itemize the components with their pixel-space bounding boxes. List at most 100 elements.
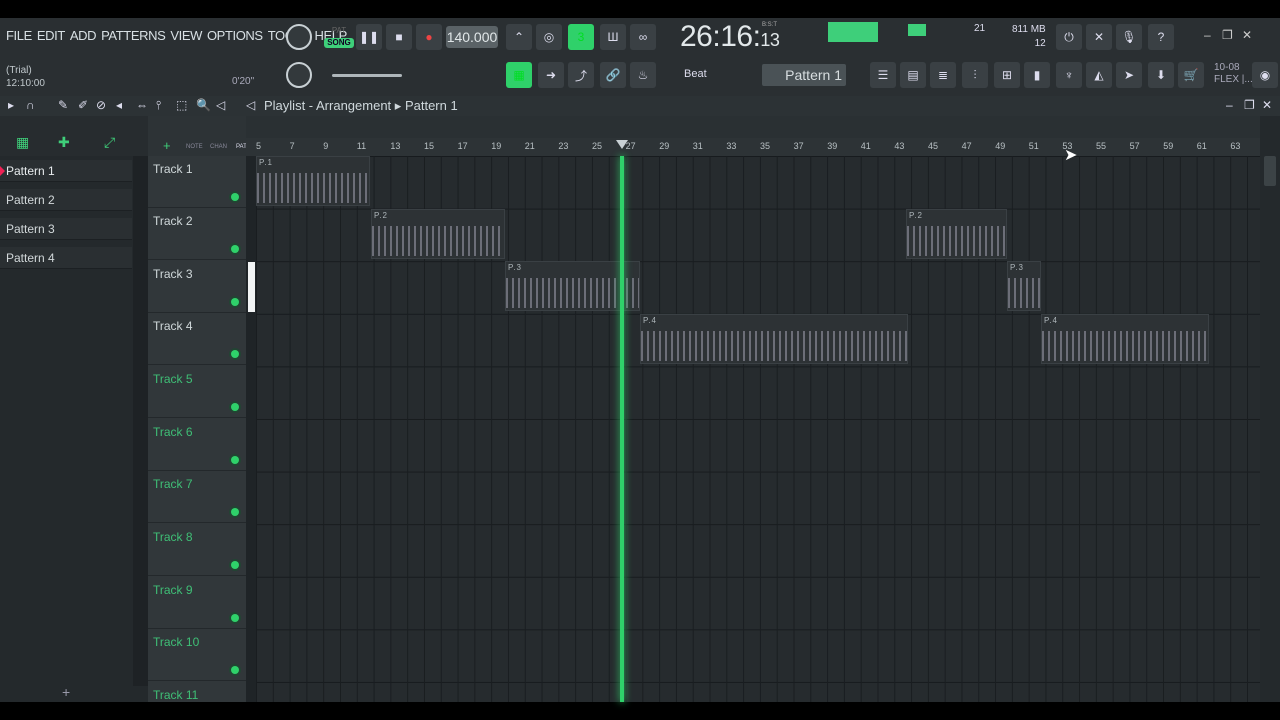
audio-clips-icon[interactable]: ✚ (58, 134, 70, 151)
menu-file[interactable]: FILE (6, 28, 32, 43)
clip-pattern-2[interactable]: P.2 (906, 209, 1007, 259)
link-button[interactable]: 🔗 (600, 62, 626, 88)
tempo-display[interactable]: 140.000 (446, 26, 498, 48)
master-volume-slider[interactable] (332, 74, 402, 77)
track-8-mute-dot[interactable] (231, 561, 239, 569)
track-9-mute-dot[interactable] (231, 614, 239, 622)
mic-button[interactable]: 🎙 (1116, 24, 1142, 50)
vertical-scrollbar[interactable] (1260, 116, 1280, 702)
stamp-button[interactable]: ♨ (630, 62, 656, 88)
wait-input-button[interactable]: ◎ (536, 24, 562, 50)
track-4-mute-dot[interactable] (231, 350, 239, 358)
menu-edit[interactable]: EDIT (37, 28, 65, 43)
playlist-maximize-icon[interactable]: ❐ (1244, 98, 1255, 112)
arrangement-area[interactable]: 5 7 9 11 13 15 17 19 21 23 25 27 29 31 33 35 37 39 41 43 45 4… (246, 116, 1260, 702)
pattern-selector[interactable]: Pattern 1 (762, 64, 846, 86)
track-8[interactable]: Track 8 (148, 524, 246, 576)
playlist-view-button[interactable]: ▦ (506, 62, 532, 88)
track-5-mute-dot[interactable] (231, 403, 239, 411)
mixer-view-button[interactable]: ⫶ (962, 62, 988, 88)
shop-button[interactable]: 🛒 (1178, 62, 1204, 88)
send-button[interactable]: ➤ (1116, 62, 1142, 88)
countdown-button[interactable]: 3 (568, 24, 594, 50)
track-2-mute-dot[interactable] (231, 245, 239, 253)
playlist-menu-icon[interactable]: ◁ (246, 98, 255, 112)
clip-pattern-3[interactable]: P.3 (1007, 261, 1041, 311)
menu-patterns[interactable]: PATTERNS (101, 28, 166, 43)
channel-rack-button[interactable]: ≣ (930, 62, 956, 88)
download-button[interactable]: ⬇ (1148, 62, 1174, 88)
track-3[interactable]: Track 3 (148, 261, 246, 313)
loop-record-button[interactable]: ∞ (630, 24, 656, 50)
track-6[interactable]: Track 6 (148, 419, 246, 471)
scroll-thumb[interactable] (1264, 156, 1276, 186)
browser-button[interactable]: ⊞ (994, 62, 1020, 88)
minimize-button[interactable]: – (1204, 28, 1211, 42)
clip-pattern-4[interactable]: P.4 (640, 314, 908, 364)
track-7[interactable]: Track 7 (148, 471, 246, 523)
piano-roll-button[interactable]: ▤ (900, 62, 926, 88)
maximize-button[interactable]: ❐ (1222, 28, 1233, 42)
track-4[interactable]: Track 4 (148, 313, 246, 365)
playback-icon[interactable]: ◁ (216, 98, 225, 112)
file-button[interactable]: ▮ (1024, 62, 1050, 88)
playlist-close-icon[interactable]: ✕ (1262, 98, 1272, 112)
help-button[interactable]: ? (1148, 24, 1174, 50)
track-6-mute-dot[interactable] (231, 456, 239, 464)
track-3-mute-dot[interactable] (231, 298, 239, 306)
mute-icon[interactable]: ◂ (116, 98, 122, 112)
speaker-button[interactable]: ◭ (1086, 62, 1112, 88)
metronome-button[interactable]: ⌃ (506, 24, 532, 50)
clip-pattern-4[interactable]: P.4 (1041, 314, 1209, 364)
menu-options[interactable]: OPTIONS (207, 28, 263, 43)
snap-selector[interactable]: Beat (684, 68, 707, 80)
pencil-icon[interactable]: ✎ (58, 98, 68, 112)
paint-icon[interactable]: ✐ (78, 98, 88, 112)
master-pitch-knob[interactable] (286, 62, 312, 88)
magnet-icon[interactable]: ∩ (26, 98, 35, 112)
patterns-icon[interactable]: ▦ (16, 134, 29, 151)
menu-add[interactable]: ADD (70, 28, 97, 43)
track-5[interactable]: Track 5 (148, 366, 246, 418)
track-9[interactable]: Track 9 (148, 577, 246, 629)
automation-icon[interactable]: ⤢ (104, 134, 115, 151)
slice-icon[interactable]: ⫯ (156, 98, 161, 113)
clip-pattern-1[interactable]: P.1 (256, 156, 370, 206)
picker-pattern-4[interactable]: Pattern 4 (0, 247, 132, 269)
track-11[interactable]: Track 11 (148, 682, 246, 720)
add-track-icon[interactable]: + (163, 138, 171, 153)
close-button[interactable]: ✕ (1242, 28, 1252, 42)
plugin-button[interactable]: ♆ (1056, 62, 1082, 88)
picker-pattern-2[interactable]: Pattern 2 (0, 189, 132, 211)
master-volume-knob[interactable] (286, 24, 312, 50)
picker-pattern-1[interactable]: Pattern 1 (0, 160, 132, 182)
globe-button[interactable]: ◉ (1252, 62, 1278, 88)
record-button[interactable]: ● (416, 24, 442, 50)
picker-scrollbar[interactable] (133, 156, 148, 686)
picker-pattern-3[interactable]: Pattern 3 (0, 218, 132, 240)
add-pattern-icon[interactable]: + (62, 684, 70, 700)
play-arrow-icon[interactable]: ▸ (8, 98, 14, 112)
pat-song-toggle[interactable]: PAT SONG (324, 24, 354, 50)
tools-button[interactable]: ✕ (1086, 24, 1112, 50)
playlist-minimize-icon[interactable]: – (1226, 98, 1233, 112)
note-tool-label[interactable]: NOTE (186, 144, 203, 150)
track-1-mute-dot[interactable] (231, 193, 239, 201)
step-edit-button[interactable]: Ш (600, 24, 626, 50)
track-2[interactable]: Track 2 (148, 208, 246, 260)
playhead[interactable] (620, 156, 624, 702)
horizontal-scrollbar[interactable] (246, 116, 1260, 138)
slip-icon[interactable]: ⇔ (136, 98, 148, 112)
delete-icon[interactable]: ⊘ (96, 98, 106, 112)
track-10[interactable]: Track 10 (148, 629, 246, 681)
select-icon[interactable]: ⬚ (176, 98, 187, 112)
timeline-ruler[interactable]: 5 7 9 11 13 15 17 19 21 23 25 27 29 31 33 35 37 39 41 43 45 4… (246, 138, 1260, 156)
next-button[interactable]: ➜ (538, 62, 564, 88)
curve-tool-button[interactable]: ⤴ (568, 62, 594, 88)
track-7-mute-dot[interactable] (231, 508, 239, 516)
pause-button[interactable]: ❚❚ (356, 24, 382, 50)
power-button[interactable]: ⏻ (1056, 24, 1082, 50)
clip-pattern-2[interactable]: P.2 (371, 209, 505, 259)
track-1[interactable]: Track 1 (148, 156, 246, 208)
track-10-mute-dot[interactable] (231, 666, 239, 674)
